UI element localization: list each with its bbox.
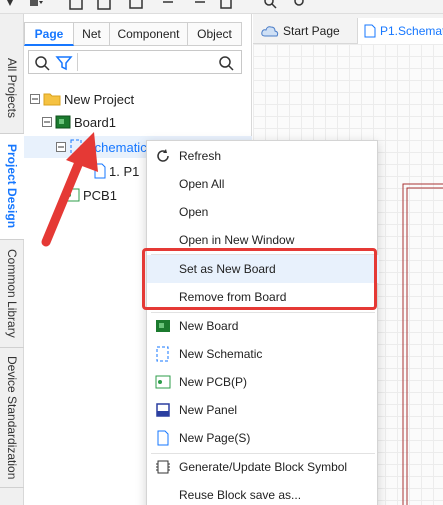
tab-device-standardization[interactable]: Device Standardization	[0, 348, 24, 488]
highlight-box	[142, 248, 377, 310]
export-icon[interactable]	[128, 0, 144, 10]
tree-item-label: Schematic1	[86, 139, 154, 155]
folder-icon	[43, 93, 61, 106]
tree-item-label: Board1	[74, 114, 116, 130]
search-submit-icon[interactable]	[217, 54, 235, 72]
menu-label: Refresh	[179, 149, 222, 163]
redo-icon[interactable]	[192, 0, 208, 10]
menu-label: Open	[179, 205, 209, 219]
menu-label: Open in New Window	[179, 233, 295, 247]
tab-start-page-label: Start Page	[283, 24, 340, 38]
collapse-icon[interactable]	[42, 117, 52, 127]
menu-label: New Board	[179, 319, 239, 333]
menu-label: Reuse Block save as...	[179, 488, 302, 502]
refresh-icon	[157, 149, 169, 162]
pin-icon[interactable]	[2, 0, 18, 10]
tree-item-label: New Project	[64, 91, 135, 107]
tree-item-label: 1. P1	[109, 163, 140, 179]
menu-label: New Panel	[179, 403, 238, 417]
menu-label: Open All	[179, 177, 225, 191]
tab-schematic-page-label: P1.Schematic1	[380, 24, 443, 38]
collapse-icon[interactable]	[56, 142, 66, 152]
tab-project-design-label: Project Design	[5, 144, 19, 229]
block-symbol-icon	[156, 460, 170, 474]
pcb-icon	[64, 188, 80, 202]
tree-item-board[interactable]: Board1	[42, 111, 116, 133]
open-icon[interactable]	[96, 0, 112, 10]
left-vertical-tabs: All Projects Project Design Common Libra…	[0, 14, 24, 505]
tab-schematic-page[interactable]: P1.Schematic1	[357, 18, 443, 44]
toolbar-icon[interactable]	[218, 0, 234, 10]
menu-label: New PCB(P)	[179, 375, 248, 389]
tab-component[interactable]: Component	[110, 22, 188, 46]
menu-label: New Schematic	[179, 347, 263, 361]
menu-label: Generate/Update Block Symbol	[179, 460, 348, 474]
menu-item-open-all[interactable]: Open All	[147, 170, 379, 198]
collapse-icon[interactable]	[30, 94, 40, 104]
cloud-icon	[261, 26, 279, 37]
tab-page[interactable]: Page	[24, 22, 74, 46]
document-tabs: Start Page P1.Schematic1	[253, 14, 443, 44]
menu-item-generate-block-symbol[interactable]: Generate/Update Block Symbol	[147, 453, 379, 481]
page-icon	[94, 163, 106, 179]
schematic-icon	[156, 346, 169, 362]
save-icon[interactable]	[68, 0, 84, 10]
tree-item-page[interactable]: 1. P1	[94, 160, 139, 182]
menu-item-refresh[interactable]: Refresh	[147, 142, 379, 170]
search-icon[interactable]	[33, 54, 51, 72]
search-input[interactable]	[81, 53, 211, 71]
search-icon[interactable]	[262, 0, 278, 10]
tree-item-project[interactable]: New Project	[30, 88, 134, 110]
menu-item-reuse-block[interactable]: Reuse Block save as...	[147, 481, 379, 505]
page-icon	[364, 24, 376, 38]
tab-device-standardization-label: Device Standardization	[5, 355, 19, 480]
tree-item-label: PCB1	[83, 187, 117, 203]
filter-icon[interactable]	[55, 54, 73, 72]
menu-item-new-page[interactable]: New Page(S)	[147, 424, 379, 452]
tab-common-library-label: Common Library	[5, 249, 19, 338]
board-icon	[55, 115, 71, 129]
search-bar	[28, 50, 242, 74]
panel-tabs: Page Net Component Object	[24, 22, 252, 46]
undo-icon[interactable]	[160, 0, 176, 10]
menu-item-new-panel[interactable]: New Panel	[147, 396, 379, 424]
app-window: All Projects Project Design Common Libra…	[0, 0, 443, 505]
menu-item-open[interactable]: Open	[147, 198, 379, 226]
top-toolbar	[0, 0, 443, 14]
schematic-icon	[70, 139, 82, 155]
menu-item-new-schematic[interactable]: New Schematic	[147, 340, 379, 368]
tab-all-projects-label: All Projects	[5, 58, 19, 119]
menu-label: New Page(S)	[179, 431, 251, 445]
tab-common-library[interactable]: Common Library	[0, 240, 24, 348]
tree-item-pcb[interactable]: PCB1	[64, 184, 117, 206]
tab-object[interactable]: Object	[188, 22, 242, 46]
board-icon	[156, 320, 170, 332]
context-menu: Refresh Open All Open Open in New Window…	[146, 140, 379, 505]
page-icon	[157, 430, 169, 446]
menu-item-new-pcb[interactable]: New PCB(P)	[147, 368, 379, 396]
pcb-icon	[155, 375, 171, 389]
panel-icon	[156, 403, 170, 417]
tab-net[interactable]: Net	[74, 22, 110, 46]
zoom-fit-icon[interactable]	[292, 0, 308, 10]
dropdown-icon[interactable]	[28, 0, 44, 10]
menu-item-new-board[interactable]: New Board	[147, 312, 379, 340]
tab-start-page[interactable]: Start Page	[261, 18, 340, 44]
tab-project-design[interactable]: Project Design	[0, 134, 24, 240]
tab-all-projects[interactable]: All Projects	[0, 44, 24, 134]
divider	[77, 53, 78, 71]
